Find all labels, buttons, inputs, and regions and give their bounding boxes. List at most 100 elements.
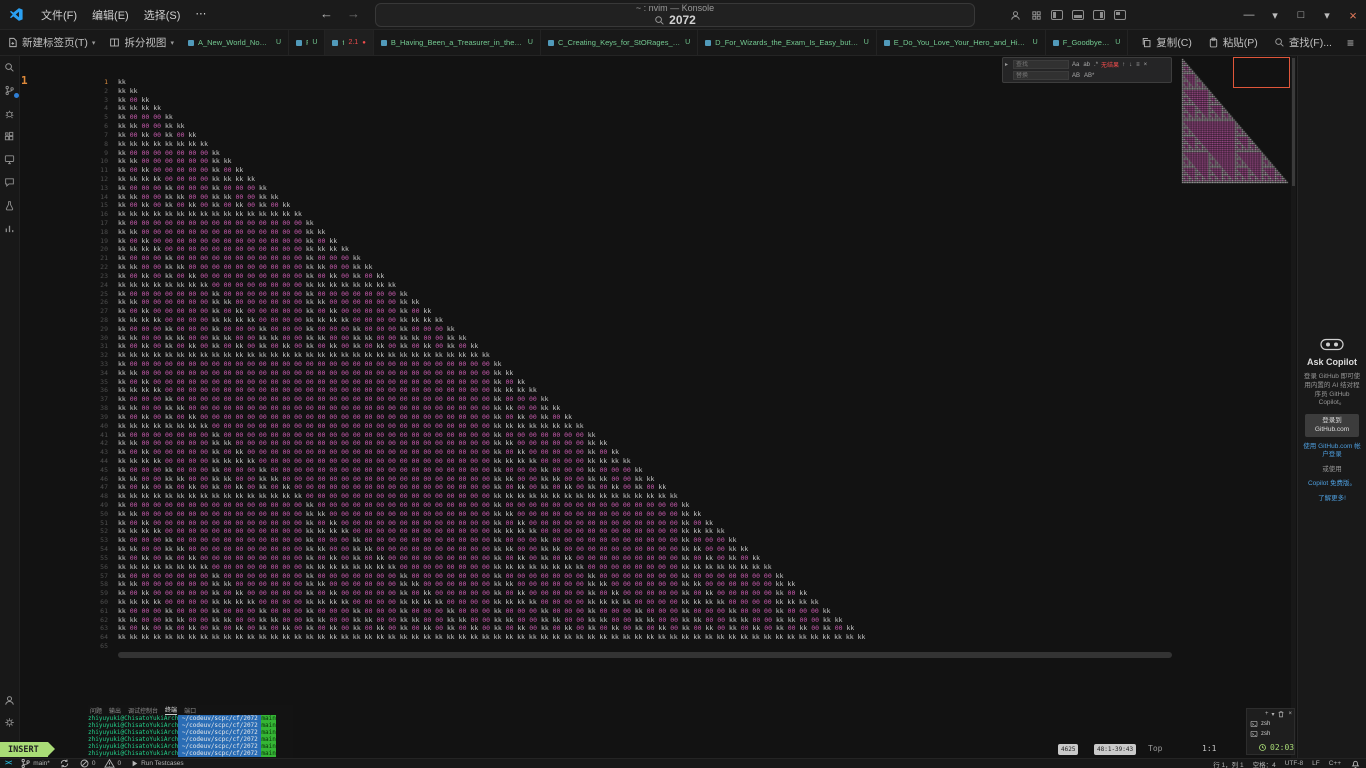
prompt-path: ~/codeuv/scpc/cf/2072 xyxy=(178,715,261,722)
maximize-button[interactable]: □ xyxy=(1288,9,1314,21)
new-terminal-icon[interactable]: + xyxy=(1265,711,1269,717)
shell-prompt-line: zhiyuyuki@ChisatoYukiArch ~/codeuv/scpc/… xyxy=(88,715,293,722)
customize-layout-icon[interactable] xyxy=(1114,10,1126,20)
close-find-icon[interactable]: × xyxy=(1143,62,1149,68)
panel-tab-输出[interactable]: 输出 xyxy=(109,706,121,715)
panel-tab-调试控制台[interactable]: 调试控制台 xyxy=(128,706,158,715)
apps-grid-icon[interactable] xyxy=(1030,9,1042,21)
find-input[interactable] xyxy=(1013,60,1069,69)
statusbar-item-right-0[interactable]: 行 1，列 1 xyxy=(1213,759,1243,768)
editor[interactable]: 1kk2kk kk3kk 00 kk4kk kk kk kk5kk 00 00 … xyxy=(20,56,1297,758)
editor-tab[interactable]: D_For_Wizards_the_Exam_Is_Easy_but_I_Cou… xyxy=(698,30,877,55)
account-icon[interactable] xyxy=(1009,9,1021,21)
hamburger-menu-icon[interactable]: ≡ xyxy=(1341,36,1360,50)
code-line: 6kk kk 00 00 kk kk xyxy=(20,122,865,131)
source-control-icon[interactable] xyxy=(4,84,16,96)
close-button[interactable]: × xyxy=(1340,8,1366,23)
tab-label: B_Having_Been_a_Treasurer_in_the_Past_I_… xyxy=(391,38,524,47)
forward-icon[interactable]: → xyxy=(347,6,360,21)
code-line: 65 xyxy=(20,642,865,651)
debug-icon[interactable] xyxy=(4,107,16,119)
panel-tab-问题[interactable]: 问题 xyxy=(90,706,102,715)
replace-all-icon[interactable]: AB* xyxy=(1083,73,1095,79)
statusbar-item-left-4[interactable]: 0 xyxy=(104,758,121,768)
prompt-path: ~/codeuv/scpc/cf/2072 xyxy=(178,743,261,750)
menu-item-3[interactable]: ⋯ xyxy=(188,4,213,26)
menu-item-0[interactable]: 文件(F) xyxy=(34,4,84,26)
code-line: 2kk kk xyxy=(20,87,865,96)
replace-input[interactable] xyxy=(1013,71,1069,80)
editor-tab[interactable]: F.cppU xyxy=(289,30,325,55)
menu-item-1[interactable]: 编辑(E) xyxy=(85,4,136,26)
beaker-icon[interactable] xyxy=(4,199,16,211)
panel-tab-终端[interactable]: 终端 xyxy=(165,705,177,715)
find-replace-widget: ▸ Aa ab .* 无结果 ↑ ↓ ≡ × AB AB* xyxy=(1002,57,1172,83)
split-view-button[interactable]: 拆分视图 ▾ xyxy=(102,30,181,55)
statusbar-item-right-1[interactable]: 空格：4 xyxy=(1253,759,1276,768)
match-case-icon[interactable]: Aa xyxy=(1071,62,1080,68)
chat-icon[interactable] xyxy=(4,176,16,188)
trash-icon[interactable] xyxy=(1277,710,1285,718)
remote-icon[interactable] xyxy=(4,153,16,165)
toggle-panel-icon[interactable] xyxy=(1072,10,1084,20)
copilot-alt-signin-link[interactable]: 使用 GitHub.com 帐户登录 xyxy=(1298,443,1366,460)
statusbar-item-right-4[interactable]: C++ xyxy=(1329,760,1341,767)
new-tab-button[interactable]: 新建标签页(T) ▾ xyxy=(0,30,102,55)
editor-tab[interactable]: A_New_World_Now_My_New_Acronym.CU xyxy=(181,30,289,55)
statusbar-item-left-1[interactable]: main* xyxy=(20,758,50,768)
close-panel-icon[interactable]: × xyxy=(1288,711,1292,717)
statusbar-item-left-0[interactable]: >< xyxy=(5,760,11,767)
more-left-icon[interactable]: ▾ xyxy=(1262,9,1288,22)
back-icon[interactable]: ← xyxy=(320,6,333,21)
replace-one-icon[interactable]: AB xyxy=(1071,73,1081,79)
editor-tab[interactable]: test.cpp2.1● xyxy=(325,30,373,55)
clock-text: 02:03 xyxy=(1270,743,1294,752)
prompt-user: zhiyuyuki@ChisatoYukiArch xyxy=(88,736,178,743)
editor-tab[interactable]: C_Creating_Keys_for_StORages_Has_Become_… xyxy=(541,30,698,55)
terminal-list-item[interactable]: zsh xyxy=(1247,719,1294,729)
toggle-sidebar-icon[interactable] xyxy=(1051,10,1063,20)
account-icon[interactable] xyxy=(4,694,16,706)
find-in-selection-icon[interactable]: ≡ xyxy=(1135,62,1141,68)
copilot-description: 登录 GitHub 即可使用内置的 AI 结对程序员 GitHub Copilo… xyxy=(1298,373,1366,408)
statusbar-item-right-3[interactable]: LF xyxy=(1312,760,1320,767)
minimize-button[interactable]: — xyxy=(1236,9,1262,21)
command-center[interactable]: ~ : nvim — Konsole 2072 xyxy=(375,3,975,27)
paste-button[interactable]: 粘贴(P) xyxy=(1201,35,1265,50)
statusbar-item-right-2[interactable]: UTF-8 xyxy=(1285,760,1303,767)
menu-item-2[interactable]: 选择(S) xyxy=(137,4,188,26)
search-icon[interactable] xyxy=(4,61,16,73)
chevron-down-icon[interactable]: ▾ xyxy=(1271,711,1274,718)
settings-icon[interactable] xyxy=(4,716,16,728)
next-match-icon[interactable]: ↓ xyxy=(1128,62,1133,68)
prompt-user: zhiyuyuki@ChisatoYukiArch xyxy=(88,743,178,750)
more-right-icon[interactable]: ▾ xyxy=(1314,9,1340,22)
editor-tab[interactable]: E_Do_You_Love_Your_Hero_and_His_Two_Hit_… xyxy=(877,30,1046,55)
extensions-icon[interactable] xyxy=(4,130,16,142)
regex-icon[interactable]: .* xyxy=(1093,62,1099,68)
graph-icon[interactable] xyxy=(4,222,16,234)
statusbar-item-right-5[interactable] xyxy=(1350,758,1361,768)
editor-tab[interactable]: F_Goodbye_Banker_Life.cppU xyxy=(1046,30,1129,55)
find-collapse-icon[interactable]: ▸ xyxy=(1005,61,1011,68)
copilot-signin-button[interactable]: 登录到 GitHub.com xyxy=(1305,414,1359,437)
copy-button[interactable]: 复制(C) xyxy=(1134,35,1199,50)
prev-match-icon[interactable]: ↑ xyxy=(1121,62,1126,68)
panel-tab-端口[interactable]: 端口 xyxy=(184,706,196,715)
statusbar-item-left-5[interactable]: Run Testcases xyxy=(130,759,184,768)
activity-top-icons xyxy=(4,38,16,234)
editor-tab[interactable]: B_Having_Been_a_Treasurer_in_the_Past_I_… xyxy=(374,30,541,55)
copilot-free-plan-link[interactable]: Copilot 免费版。 xyxy=(1304,480,1360,488)
statusbar-item-left-3[interactable]: 0 xyxy=(79,758,96,768)
whole-word-icon[interactable]: ab xyxy=(1082,62,1091,68)
editor-horizontal-scrollbar[interactable] xyxy=(118,652,1172,658)
toggle-secondary-sidebar-icon[interactable] xyxy=(1093,10,1105,20)
find-button[interactable]: 查找(F)... xyxy=(1267,35,1339,50)
statusbar-item-left-2[interactable] xyxy=(59,758,70,768)
vertical-scrollbar[interactable] xyxy=(1291,56,1296,758)
bell-icon xyxy=(1350,758,1361,768)
code-line: 55kk 00 kk 00 kk 00 kk 00 00 00 00 00 00… xyxy=(20,554,865,563)
terminal-list-item[interactable]: zsh xyxy=(1247,729,1294,739)
copilot-learn-more-link[interactable]: 了解更多! xyxy=(1314,495,1350,503)
terminal-output[interactable]: zhiyuyuki@ChisatoYukiArch ~/codeuv/scpc/… xyxy=(88,715,293,758)
